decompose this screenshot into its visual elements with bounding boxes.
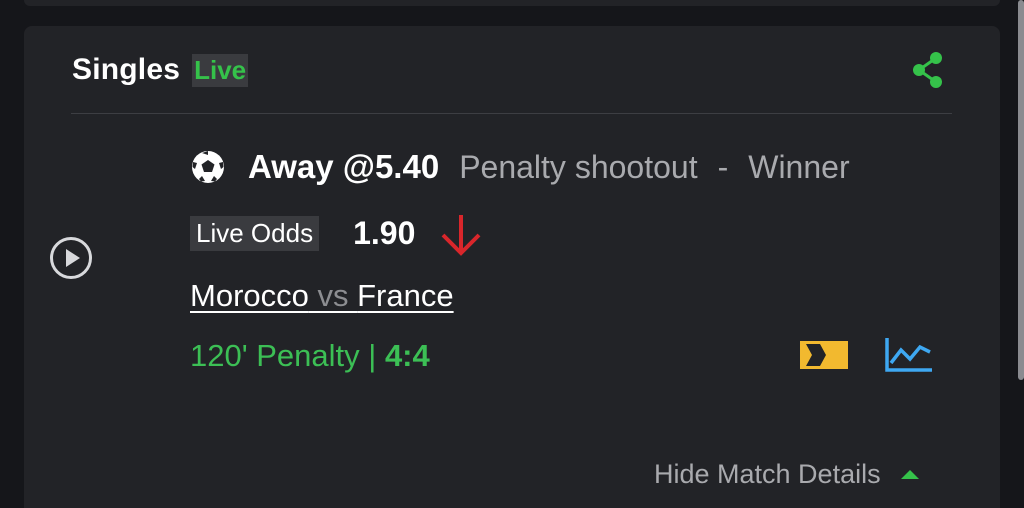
live-odds-value: 1.90	[353, 214, 416, 251]
caret-up-icon	[900, 470, 919, 479]
bet-slip-page: Singles Live Away @5.40 Penalty shootout…	[0, 0, 1024, 508]
hide-match-details-toggle[interactable]: Hide Match Details	[654, 456, 919, 492]
market-separator: -	[717, 148, 729, 185]
market-name: Penalty shootout	[459, 148, 698, 185]
live-badge: Live	[192, 53, 249, 87]
match-score: 4:4	[384, 338, 430, 373]
scrollbar[interactable]	[1018, 0, 1024, 380]
match-teams[interactable]: Morocco vs France	[190, 275, 454, 317]
match-time-status: 120' Penalty |	[190, 338, 385, 373]
live-odds-row: Live Odds 1.90	[190, 211, 485, 256]
bet-type-title: Singles	[72, 53, 181, 86]
vs-separator: vs	[317, 278, 349, 313]
match-status: 120' Penalty | 4:4	[190, 336, 430, 376]
market-type: Winner	[748, 148, 850, 185]
away-team[interactable]: France	[357, 278, 453, 314]
home-team[interactable]: Morocco	[190, 278, 309, 314]
arrow-down-icon	[441, 215, 481, 256]
bet-card: Singles Live Away @5.40 Penalty shootout…	[24, 26, 1000, 508]
share-icon[interactable]	[910, 50, 946, 90]
live-stream-icon[interactable]	[800, 340, 848, 370]
previous-card	[24, 0, 1000, 6]
stats-chart-icon[interactable]	[884, 336, 934, 374]
header-divider	[71, 113, 952, 114]
hide-match-details-label: Hide Match Details	[654, 458, 881, 489]
soccer-ball-icon	[192, 151, 224, 183]
play-circle-icon[interactable]	[48, 235, 94, 281]
card-header: Singles Live	[72, 50, 249, 90]
live-odds-label: Live Odds	[190, 215, 320, 251]
selection-row: Away @5.40 Penalty shootout - Winner	[190, 144, 850, 190]
selection-odds: Away @5.40	[248, 148, 440, 185]
